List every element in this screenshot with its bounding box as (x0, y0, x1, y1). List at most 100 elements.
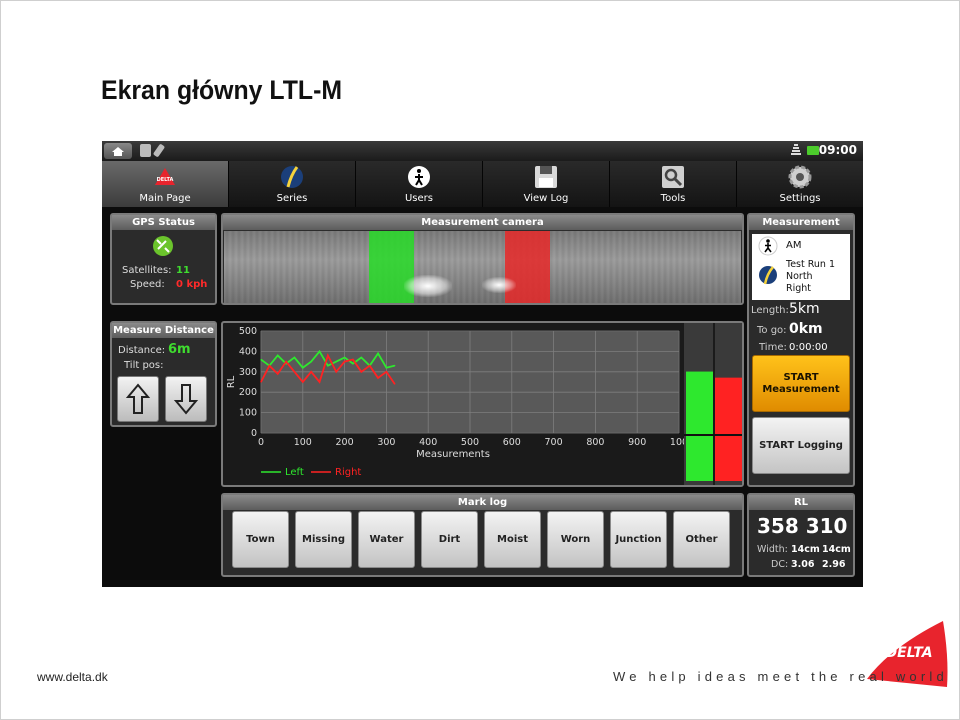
home-icon[interactable] (104, 143, 132, 159)
mark-other-button[interactable]: Other (673, 511, 730, 568)
to-go-value: 0km (789, 321, 823, 337)
tab-users[interactable]: Users (356, 161, 483, 207)
satellite-icon (152, 235, 174, 257)
data-point-left (377, 352, 379, 355)
arrow-up-icon (125, 383, 151, 414)
data-point-left (302, 367, 304, 369)
data-point-left (327, 365, 329, 367)
rl-panel: RL 358 310 Width: 14cm 14cm DC: 3.06 2.9… (747, 493, 855, 577)
tilt-up-button[interactable] (117, 376, 159, 422)
time-value: 0:00:00 (789, 342, 828, 353)
x-tick-label: 800 (586, 437, 604, 448)
dc-right-value: 2.96 (822, 559, 846, 570)
slide-title: Ekran główny LTL-M (101, 75, 343, 105)
tablet-screen: 09:00 DELTA Main Page Series Users View … (102, 141, 863, 587)
gps-status-title: GPS Status (112, 215, 215, 230)
floppy-disk-icon (533, 165, 559, 189)
satellites-value: 11 (176, 265, 190, 276)
right-level-bar (715, 377, 742, 481)
status-bar: 09:00 (102, 141, 863, 161)
y-tick-label: 400 (239, 346, 257, 357)
y-tick-label: 300 (239, 367, 257, 378)
legend-label-left: Left (285, 467, 304, 478)
data-point-right (369, 365, 371, 367)
dc-label: DC: (771, 559, 789, 570)
rl-chart: 0 100 200 300 400 500 600 700 800 900 100010020030… (226, 323, 742, 485)
mark-dirt-button[interactable]: Dirt (421, 511, 478, 568)
series-info: Test Run 1 North Right (786, 259, 835, 295)
data-point-left (360, 356, 362, 359)
delta-logo-text: DELTA (885, 645, 932, 661)
data-point-right (277, 373, 279, 375)
length-value: 5km (789, 301, 820, 317)
delta-logo-icon: DELTA (152, 165, 178, 189)
tab-series[interactable]: Series (229, 161, 356, 207)
battery-icon (807, 146, 819, 155)
data-point-right (352, 358, 354, 361)
distance-value: 6m (168, 342, 191, 357)
tab-view-log[interactable]: View Log (483, 161, 610, 207)
tilt-down-button[interactable] (165, 376, 207, 422)
mark-town-button[interactable]: Town (232, 511, 289, 568)
width-right-value: 14cm (822, 544, 851, 555)
data-point-left (293, 356, 296, 359)
mark-worn-button[interactable]: Worn (547, 511, 604, 568)
data-point-right (385, 371, 387, 373)
start-logging-button[interactable]: START Logging (752, 417, 850, 474)
x-tick-label: 300 (377, 437, 395, 448)
data-point-left (318, 350, 321, 352)
length-label: Length: (751, 305, 789, 316)
speed-value: 0 kph (176, 279, 208, 290)
x-tick-label: 700 (545, 437, 563, 448)
mark-missing-button[interactable]: Missing (295, 511, 352, 568)
pedestrian-icon (758, 236, 778, 256)
data-point-left (310, 361, 312, 363)
data-point-right (377, 377, 379, 379)
tab-label: View Log (523, 193, 569, 204)
series-side: Right (786, 283, 812, 294)
data-point-left (352, 363, 354, 365)
tab-main-page[interactable]: DELTA Main Page (102, 161, 229, 207)
mark-junction-button[interactable]: Junction (610, 511, 667, 568)
x-tick-label: 600 (503, 437, 521, 448)
start-measurement-button[interactable]: START Measurement (752, 355, 850, 412)
legend-label-right: Right (335, 467, 361, 478)
x-tick-label: 200 (336, 437, 354, 448)
tab-label: Tools (660, 193, 686, 204)
tab-tools[interactable]: Tools (610, 161, 737, 207)
tilt-pos-label: Tilt pos: (124, 360, 164, 371)
slide: Ekran główny LTL-M 09:00 DELTA Main Page (0, 0, 960, 720)
tab-label: Series (276, 193, 308, 204)
svg-text:DELTA: DELTA (157, 177, 174, 183)
road-icon (758, 265, 778, 285)
data-point-right (285, 361, 287, 363)
mark-water-button[interactable]: Water (358, 511, 415, 568)
notification-icon (140, 144, 151, 157)
data-point-right (394, 383, 396, 385)
tagline: We help ideas meet the real world (613, 669, 948, 684)
data-point-right (335, 371, 337, 373)
measure-distance-title: Measure Distance (112, 323, 215, 338)
y-tick-label: 500 (239, 326, 257, 337)
data-point-right (293, 371, 296, 373)
start-measurement-label-2: Measurement (762, 383, 840, 395)
gps-status-panel: GPS Status Satellites: 11 Speed: 0 kph (110, 213, 217, 305)
start-measurement-label-1: START (783, 371, 819, 383)
measurement-panel: Measurement AM Test Run 1 North Right Le… (747, 213, 855, 487)
y-tick-label: 100 (239, 408, 257, 419)
width-label: Width: (757, 544, 788, 555)
mark-moist-button[interactable]: Moist (484, 511, 541, 568)
measure-distance-panel: Measure Distance Distance: 6m Tilt pos: (110, 321, 217, 427)
dc-left-value: 3.06 (791, 559, 815, 570)
y-axis-label: RL (226, 375, 237, 388)
rl-value: 358 310 (757, 514, 848, 538)
data-point-right (327, 354, 329, 357)
x-axis-label: Measurements (416, 449, 490, 460)
y-tick-label: 200 (239, 387, 257, 398)
satellites-label: Satellites: (122, 265, 172, 276)
arrow-down-icon (173, 384, 199, 415)
tab-settings[interactable]: Settings (737, 161, 863, 207)
time-label: Time: (759, 342, 787, 353)
footer-url[interactable]: www.delta.dk (37, 670, 108, 684)
speed-label: Speed: (130, 279, 165, 290)
